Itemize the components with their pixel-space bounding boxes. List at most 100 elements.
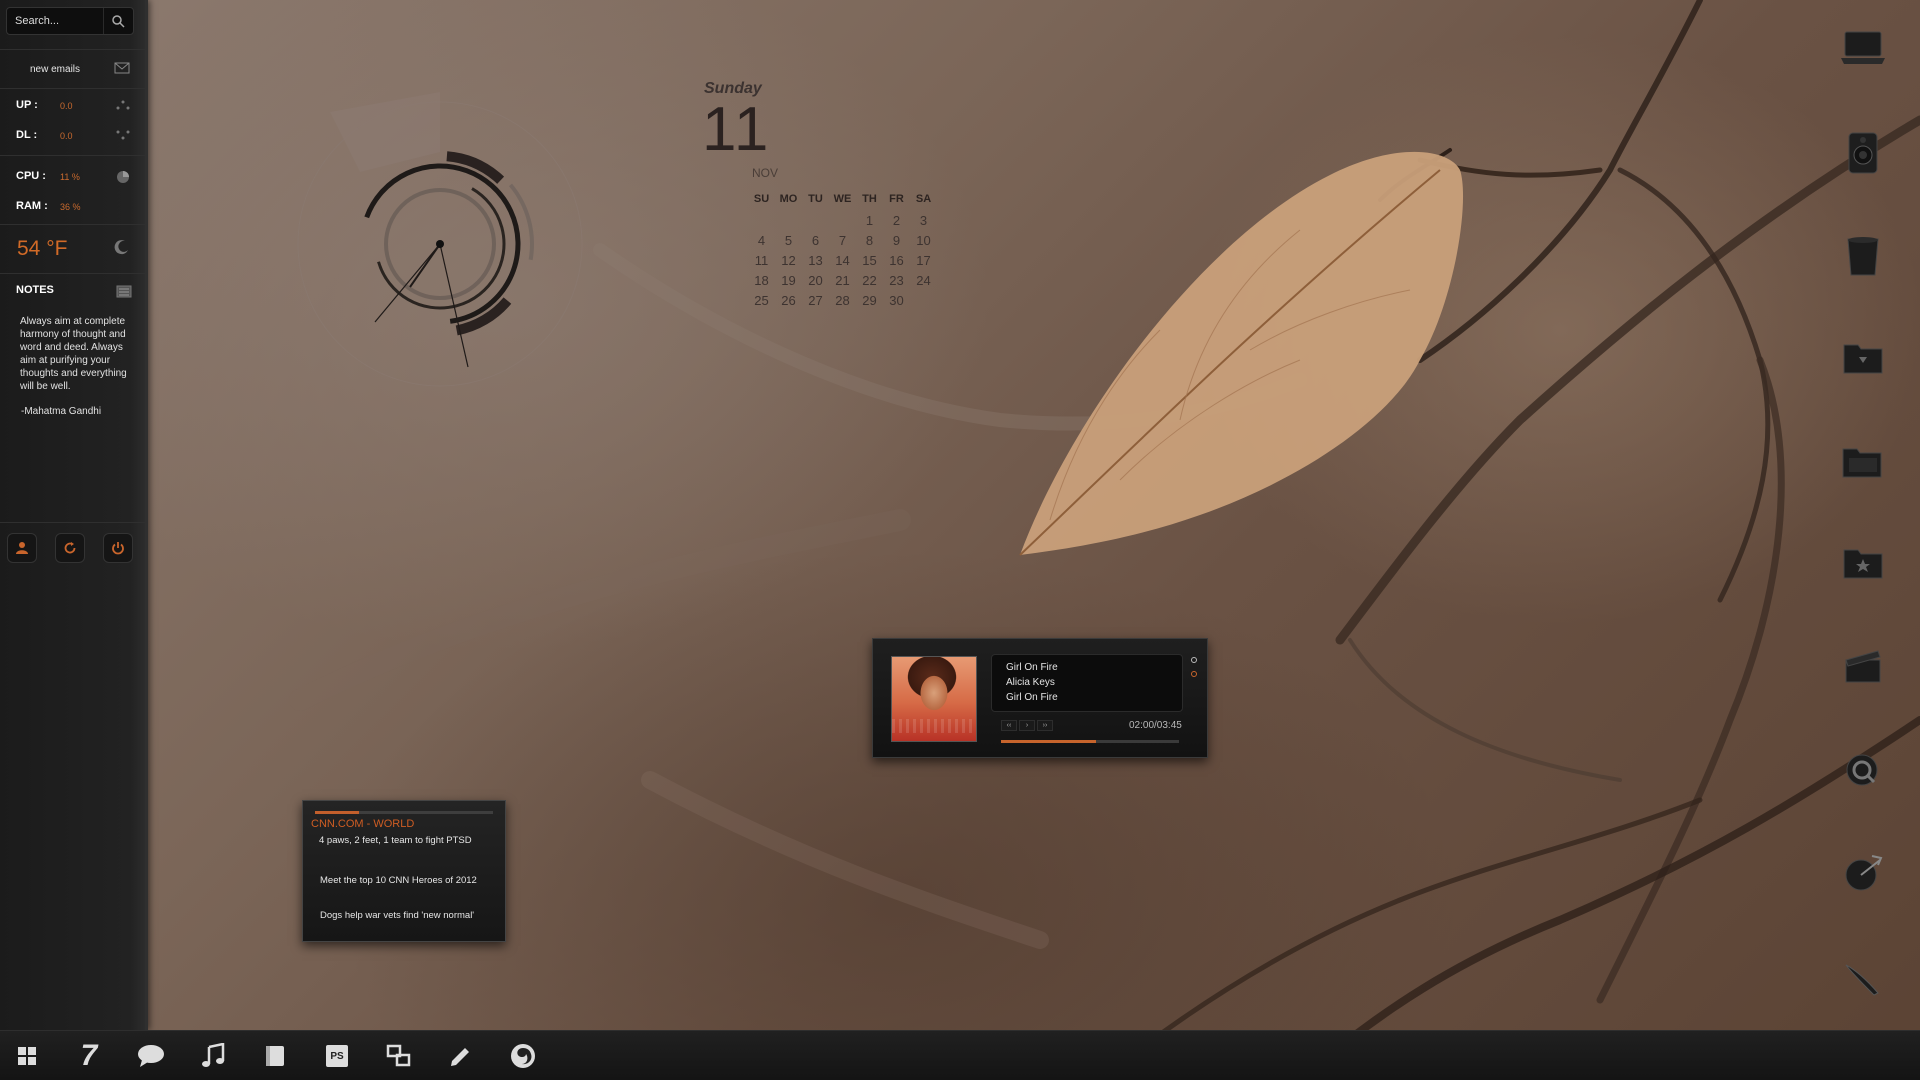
download-value: 0.0: [60, 131, 73, 141]
notebook-icon[interactable]: [258, 1039, 292, 1073]
news-item[interactable]: Dogs help war vets find 'new normal': [320, 910, 474, 921]
search-icon: [111, 15, 125, 28]
weekday-header: TH: [862, 193, 877, 205]
weekday-header: FR: [889, 193, 904, 205]
calendar-day: 12: [781, 253, 796, 268]
calendar-day: 18: [754, 273, 769, 288]
power-button[interactable]: [103, 533, 133, 563]
calendar-day: 26: [781, 293, 796, 308]
notes-text[interactable]: Always aim at complete harmony of though…: [20, 315, 138, 393]
cpu-value: 11 %: [60, 172, 80, 182]
power-icon: [112, 542, 124, 555]
calendar-day: 6: [811, 233, 820, 248]
search-button[interactable]: [103, 8, 131, 34]
calendar-month: NOV: [752, 166, 779, 180]
album-art-text: [892, 719, 976, 733]
mail-icon: [114, 62, 130, 74]
pencil-icon[interactable]: [444, 1039, 478, 1073]
player-option-dot[interactable]: [1191, 657, 1197, 663]
cpu-label: CPU :: [16, 170, 46, 182]
calendar-day: 15: [862, 253, 877, 268]
notes-author[interactable]: -Mahatma Gandhi: [21, 406, 101, 417]
calendar-day: 5: [784, 233, 793, 248]
laptop-icon[interactable]: [1840, 25, 1886, 71]
chart-app-icon[interactable]: [1840, 850, 1886, 896]
refresh-button[interactable]: [55, 533, 85, 563]
weekday-header: SU: [753, 193, 770, 205]
moon-icon: [114, 240, 128, 255]
photoshop-icon[interactable]: PS: [320, 1039, 354, 1073]
weekday-header: MO: [779, 193, 798, 205]
divider: [0, 49, 146, 50]
calendar-day: [829, 213, 856, 229]
taskbar: 7 PS: [0, 1030, 1920, 1080]
user-button[interactable]: [7, 533, 37, 563]
calendar-day: 30: [889, 293, 904, 308]
temperature-value: 54 °F: [17, 237, 68, 260]
news-item[interactable]: Meet the top 10 CNN Heroes of 2012: [320, 875, 477, 886]
search-input[interactable]: [7, 15, 103, 27]
divider: [0, 155, 146, 156]
calendar-day: [802, 213, 829, 229]
calendar-day: 20: [808, 273, 823, 288]
firefox-icon[interactable]: [506, 1039, 540, 1073]
upload-value: 0.0: [60, 101, 73, 111]
open-folder-icon[interactable]: [1840, 440, 1886, 486]
calendar-day: 27: [808, 293, 823, 308]
calendar-day: [910, 293, 937, 309]
new-emails-label: new emails: [30, 64, 81, 75]
divider: [0, 522, 146, 523]
track-time: 02:00/03:45: [1129, 720, 1182, 731]
calendar-day: 19: [781, 273, 796, 288]
track-artist: Alicia Keys: [1006, 677, 1055, 688]
calendar-day: 9: [892, 233, 901, 248]
player-option-dot[interactable]: [1191, 671, 1197, 677]
calendar-day: 24: [916, 273, 931, 288]
left-sidebar: new emails UP : 0.0 DL : 0.0 CPU : 11 % …: [0, 0, 148, 1030]
wallpaper-branches: [289, 0, 1920, 1080]
weekday-header: WE: [833, 193, 852, 205]
news-feed-widget: CNN.COM - WORLD 4 paws, 2 feet, 1 team t…: [302, 800, 506, 942]
news-item[interactable]: 4 paws, 2 feet, 1 team to fight PTSD: [319, 835, 472, 846]
movie-clapper-icon[interactable]: [1840, 643, 1886, 689]
notes-title: NOTES: [16, 284, 54, 296]
search-box[interactable]: [6, 7, 134, 35]
speaker-icon[interactable]: [1840, 130, 1886, 176]
calendar-day: 22: [862, 273, 877, 288]
calendar-day: 13: [808, 253, 823, 268]
next-button[interactable]: ››: [1037, 720, 1053, 731]
downloads-folder-icon[interactable]: [1840, 335, 1886, 381]
calendar-date: 11: [702, 95, 771, 164]
calendar-day: 14: [835, 253, 850, 268]
music-player-widget: Girl On Fire Alicia Keys Girl On Fire ‹‹…: [872, 638, 1208, 758]
divider: [0, 224, 146, 225]
pie-chart-icon: [117, 171, 129, 183]
previous-button[interactable]: ‹‹: [1001, 720, 1017, 731]
track-progress-bar[interactable]: [1001, 740, 1179, 743]
quill-icon[interactable]: [1840, 955, 1886, 1001]
windows7-icon[interactable]: 7: [72, 1039, 106, 1073]
windows7-label: 7: [80, 1039, 98, 1072]
weekday-header: TU: [808, 193, 823, 205]
notepad-icon[interactable]: [116, 284, 132, 298]
trash-icon[interactable]: [1840, 233, 1886, 279]
news-feed-title[interactable]: CNN.COM - WORLD: [311, 818, 414, 830]
desktop-wallpaper: [0, 0, 1920, 1080]
chat-icon[interactable]: [134, 1039, 168, 1073]
ram-label: RAM :: [16, 200, 48, 212]
calendar-day: 10: [916, 233, 931, 248]
player-controls: ‹‹ › ››: [1001, 720, 1053, 731]
track-title: Girl On Fire: [1006, 662, 1058, 673]
user-icon: [16, 542, 28, 554]
play-button[interactable]: ›: [1019, 720, 1035, 731]
download-label: DL :: [16, 129, 38, 141]
favorites-folder-icon[interactable]: [1840, 540, 1886, 586]
album-art: [891, 656, 977, 742]
search-app-icon[interactable]: [1840, 748, 1886, 794]
window-switch-icon[interactable]: [382, 1039, 416, 1073]
music-icon[interactable]: [196, 1039, 230, 1073]
start-icon[interactable]: [10, 1039, 44, 1073]
weekday-header: SA: [915, 193, 932, 205]
calendar-day: 7: [838, 233, 847, 248]
calendar-day: 3: [919, 213, 928, 228]
